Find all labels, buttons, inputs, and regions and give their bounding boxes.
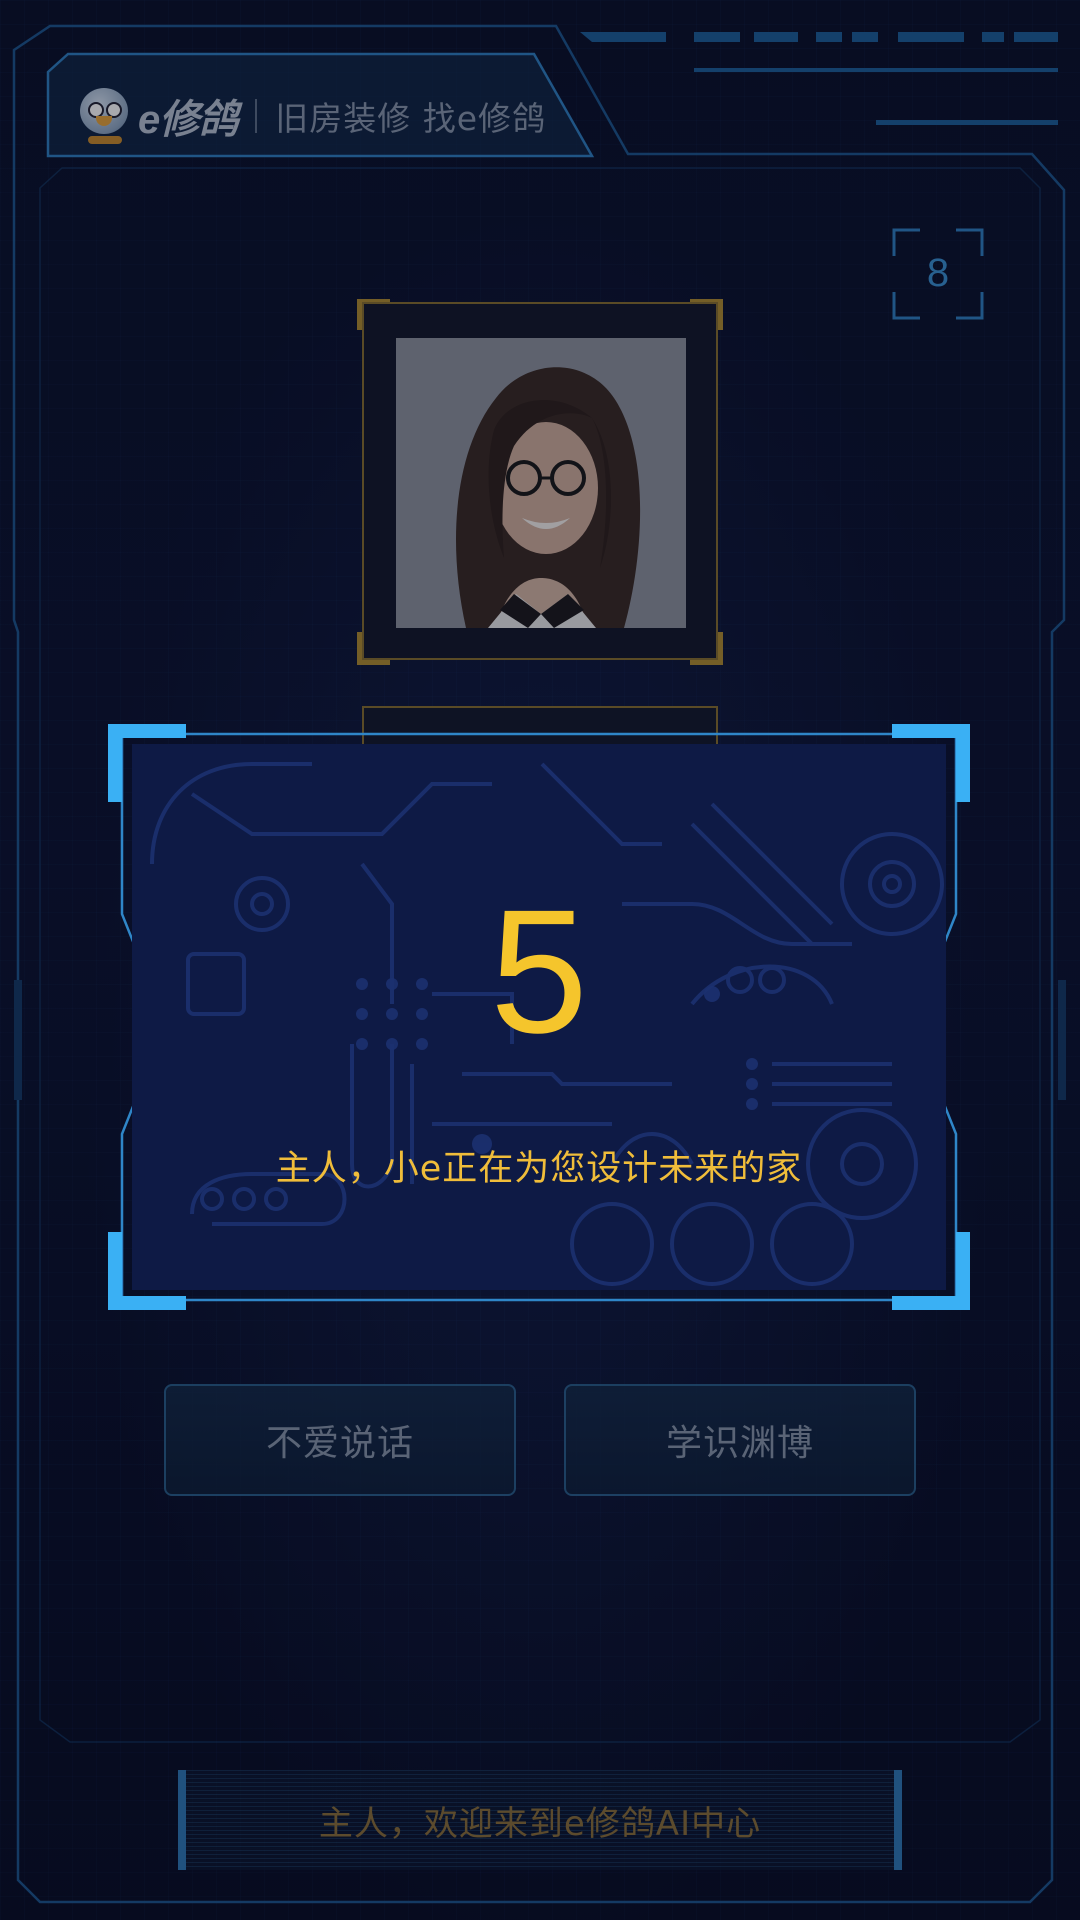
design-progress-modal: 5 主人，小e正在为您设计未来的家 — [108, 724, 970, 1310]
modal-panel: 5 主人，小e正在为您设计未来的家 — [132, 744, 946, 1290]
app-screen: e修鸽 旧房装修 找e修鸽 8 不爱说话 学识渊博 主人，欢迎来到e修鸽AI中心… — [0, 0, 1080, 1920]
modal-corner-bottom-left — [108, 1232, 186, 1310]
modal-corner-bottom-right — [892, 1232, 970, 1310]
modal-corner-top-left — [108, 724, 186, 802]
modal-corner-top-right — [892, 724, 970, 802]
modal-message: 主人，小e正在为您设计未来的家 — [275, 1149, 803, 1189]
countdown-number: 5 — [490, 874, 588, 1070]
